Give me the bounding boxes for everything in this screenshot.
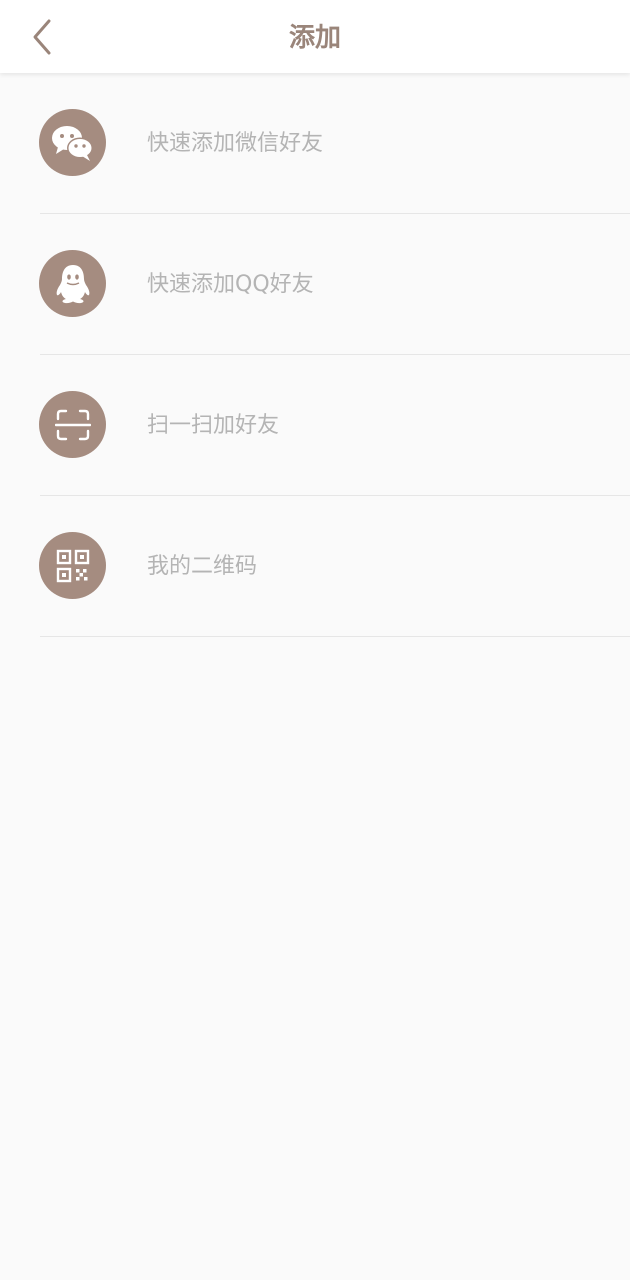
divider <box>40 636 630 637</box>
list-item-label: 我的二维码 <box>147 554 258 579</box>
list-item-add-qq-friend[interactable]: 快速添加QQ好友 <box>0 214 630 355</box>
list-item-label: 扫一扫加好友 <box>147 413 280 438</box>
qr-code-icon <box>39 532 106 599</box>
header-bar: 添加 <box>0 0 630 73</box>
list-item-scan-add-friend[interactable]: 扫一扫加好友 <box>0 355 630 496</box>
scan-icon <box>39 391 106 458</box>
list-item-add-wechat-friend[interactable]: 快速添加微信好友 <box>0 73 630 214</box>
back-button[interactable] <box>20 14 64 60</box>
page-title: 添加 <box>288 23 341 53</box>
list-item-label: 快速添加QQ好友 <box>147 272 314 297</box>
wechat-icon <box>39 109 106 176</box>
chevron-left-icon <box>33 19 51 55</box>
qq-icon <box>39 250 106 317</box>
add-options-list: 快速添加微信好友 快速添加QQ好友 扫一扫加好友 我的二维码 <box>0 73 630 637</box>
list-item-label: 快速添加微信好友 <box>147 131 324 156</box>
list-item-my-qr-code[interactable]: 我的二维码 <box>0 496 630 637</box>
